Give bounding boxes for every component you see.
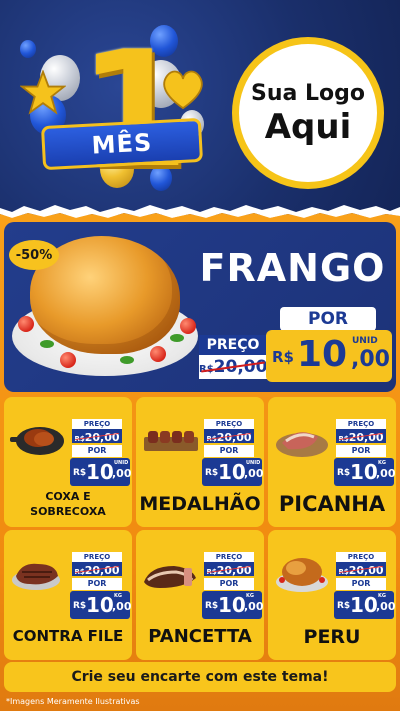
product-name: PANCETTA bbox=[148, 626, 252, 647]
logo-line-1: Sua Logo bbox=[250, 81, 365, 106]
price-currency: R$ bbox=[73, 601, 87, 611]
old-price-label: PREÇO bbox=[336, 552, 386, 562]
new-price-box: R$ 10 KG ,00 bbox=[334, 458, 396, 486]
month-ribbon-text: MÊS bbox=[91, 128, 153, 160]
star-balloon-icon bbox=[20, 70, 66, 115]
product-name: PERU bbox=[303, 626, 361, 648]
old-price-label: PREÇO bbox=[336, 419, 386, 429]
product-card[interactable]: PREÇO R$20,00 POR R$ 10 KG ,00 PERU bbox=[268, 530, 396, 660]
price-decimal: ,00 bbox=[376, 467, 396, 480]
heart-balloon-icon bbox=[163, 70, 203, 110]
new-price-box: R$ 10 UNID ,00 bbox=[266, 330, 392, 382]
product-card[interactable]: PREÇO R$20,00 POR R$ 10 UNID ,00 MEDALHÃ… bbox=[136, 397, 264, 527]
price-currency: R$ bbox=[272, 348, 294, 366]
price-integer: 10 bbox=[350, 460, 378, 484]
old-price-label: PREÇO bbox=[72, 552, 122, 562]
price-integer: 10 bbox=[350, 593, 378, 617]
new-price-box: R$ 10 UNID ,00 bbox=[202, 458, 264, 486]
logo-placeholder[interactable]: Sua Logo Aqui bbox=[232, 37, 384, 189]
old-price-label: PREÇO bbox=[199, 335, 267, 355]
herb-garnish bbox=[120, 356, 134, 364]
new-price-label: POR bbox=[336, 445, 386, 457]
product-card[interactable]: PREÇO R$20,00 POR R$ 10 UNID ,00 COXA E … bbox=[4, 397, 132, 527]
price-unit: UNID bbox=[114, 460, 129, 466]
old-price-box: PREÇO R$20,00 bbox=[199, 335, 267, 381]
balloon-blue-icon bbox=[20, 40, 36, 58]
price-currency: R$ bbox=[205, 601, 219, 611]
tomato-garnish bbox=[18, 316, 34, 332]
price-integer: 10 bbox=[86, 593, 114, 617]
price-integer: 10 bbox=[297, 334, 348, 375]
price-currency: R$ bbox=[205, 468, 219, 478]
product-name: COXA E SOBRECOXA bbox=[4, 489, 132, 519]
disclaimer-note: *Imagens Meramente Ilustrativas bbox=[6, 697, 140, 706]
price-decimal: ,00 bbox=[351, 347, 390, 372]
old-price-value: R$20,00 bbox=[72, 562, 122, 577]
new-price-label: POR bbox=[204, 578, 254, 590]
new-price-label: POR bbox=[336, 578, 386, 590]
old-price-label: PREÇO bbox=[204, 419, 254, 429]
price-unit: UNID bbox=[246, 460, 261, 466]
product-name-line-2: SOBRECOXA bbox=[30, 505, 106, 518]
price-unit: UNID bbox=[352, 336, 378, 346]
chicken-thigh-pan-image bbox=[10, 427, 64, 455]
old-price-value: R$20,00 bbox=[199, 355, 267, 379]
new-price-label: POR bbox=[280, 307, 376, 331]
product-name-line-1: COXA E bbox=[45, 490, 91, 503]
product-name: MEDALHÃO bbox=[139, 493, 261, 515]
price-currency: R$ bbox=[73, 468, 87, 478]
new-price-label: POR bbox=[72, 445, 122, 457]
price-decimal: ,00 bbox=[112, 600, 132, 613]
tomato-garnish bbox=[150, 346, 166, 362]
old-price-value: R$20,00 bbox=[336, 429, 386, 444]
medallion-skewers-image bbox=[144, 431, 198, 451]
new-price-box: R$ 10 KG ,00 bbox=[334, 591, 396, 619]
herb-garnish bbox=[170, 334, 184, 342]
steak-image bbox=[12, 563, 60, 590]
old-price-value: R$20,00 bbox=[204, 429, 254, 444]
header-banner: 1 MÊS Sua Logo Aqui bbox=[0, 0, 400, 215]
price-integer: 10 bbox=[86, 460, 114, 484]
price-decimal: ,00 bbox=[244, 467, 264, 480]
picanha-board-image bbox=[276, 432, 328, 457]
price-unit: KG bbox=[378, 593, 386, 599]
discount-badge: -50% bbox=[9, 240, 59, 270]
old-price-value: R$20,00 bbox=[336, 562, 386, 577]
product-card[interactable]: PREÇO R$20,00 POR R$ 10 KG ,00 CONTRA FI… bbox=[4, 530, 132, 660]
price-currency: R$ bbox=[337, 601, 351, 611]
product-name: CONTRA FILE bbox=[12, 627, 124, 645]
month-ribbon: MÊS bbox=[40, 117, 204, 171]
roast-turkey-image bbox=[276, 558, 328, 592]
product-name: PICANHA bbox=[278, 492, 386, 516]
herb-garnish bbox=[40, 340, 54, 348]
new-price-label: POR bbox=[204, 445, 254, 457]
product-card[interactable]: PREÇO R$20,00 POR R$ 10 KG ,00 PICANHA bbox=[268, 397, 396, 527]
price-unit: KG bbox=[246, 593, 254, 599]
new-price-box: R$ 10 KG ,00 bbox=[202, 591, 264, 619]
price-unit: KG bbox=[378, 460, 386, 466]
price-currency: R$ bbox=[337, 468, 351, 478]
old-price-value: R$20,00 bbox=[72, 429, 122, 444]
new-price-box: R$ 10 KG ,00 bbox=[70, 591, 132, 619]
price-integer: 10 bbox=[218, 460, 246, 484]
price-integer: 10 bbox=[218, 593, 246, 617]
tomato-garnish bbox=[60, 352, 76, 368]
tomato-garnish bbox=[180, 318, 196, 334]
logo-line-2: Aqui bbox=[264, 107, 352, 147]
featured-product-name: FRANGO bbox=[199, 246, 386, 290]
price-decimal: ,00 bbox=[244, 600, 264, 613]
product-card[interactable]: PREÇO R$20,00 POR R$ 10 KG ,00 PANCETTA bbox=[136, 530, 264, 660]
torn-paper-divider bbox=[0, 205, 400, 224]
old-price-label: PREÇO bbox=[72, 419, 122, 429]
price-decimal: ,00 bbox=[376, 600, 396, 613]
price-unit: KG bbox=[114, 593, 122, 599]
cta-banner[interactable]: Crie seu encarte com este tema! bbox=[4, 662, 396, 692]
pancetta-image bbox=[144, 566, 196, 588]
price-decimal: ,00 bbox=[112, 467, 132, 480]
new-price-box: R$ 10 UNID ,00 bbox=[70, 458, 132, 486]
old-price-label: PREÇO bbox=[204, 552, 254, 562]
new-price-label: POR bbox=[72, 578, 122, 590]
old-price-value: R$20,00 bbox=[204, 562, 254, 577]
